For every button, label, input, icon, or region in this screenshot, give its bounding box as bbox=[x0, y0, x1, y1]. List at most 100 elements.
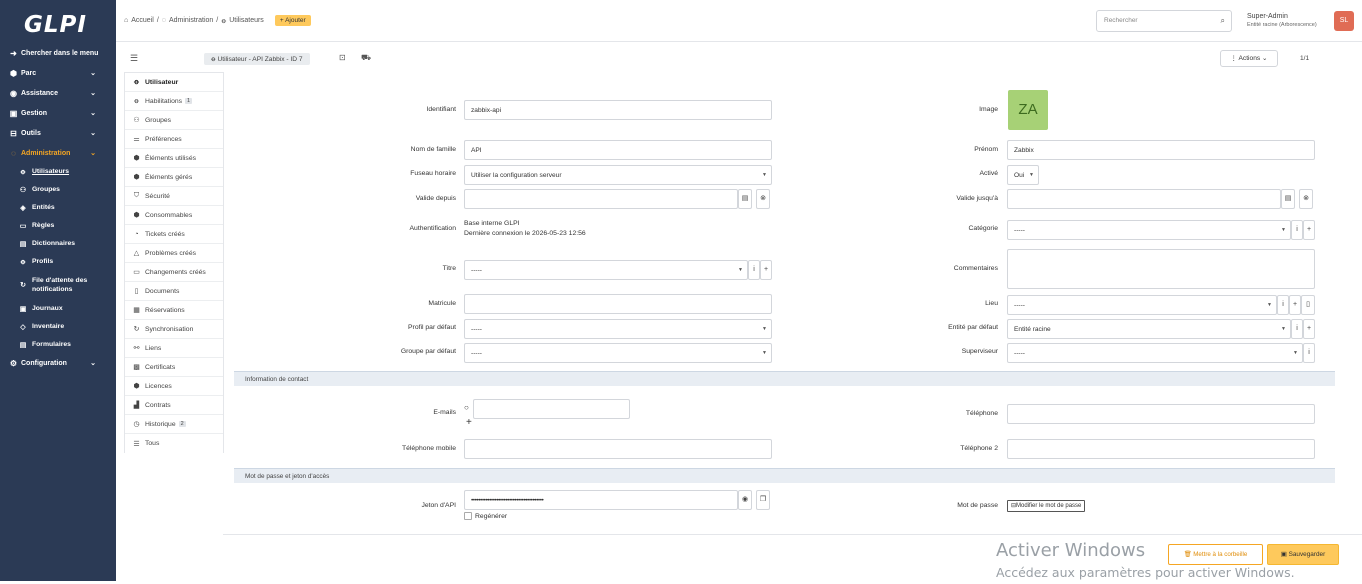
vcard-icon[interactable]: ⛟ bbox=[361, 53, 371, 63]
tab-changements[interactable]: ▭ Changements créés bbox=[125, 263, 223, 282]
plus-icon[interactable]: + bbox=[1303, 319, 1315, 339]
regenerate-checkbox[interactable]: Regénérer bbox=[464, 512, 507, 522]
tab-elements-geres[interactable]: ⬢ Éléments gérés bbox=[125, 168, 223, 187]
prenom-field[interactable]: Zabbix bbox=[1007, 140, 1315, 160]
tab-licences[interactable]: ⬢ Licences bbox=[125, 377, 223, 396]
clear-icon[interactable]: ⊗ bbox=[1299, 189, 1313, 209]
sidebar-sub-regles[interactable]: ▭ Règles bbox=[18, 217, 116, 234]
sidebar-sub-dictionnaires[interactable]: ▤ Dictionnaires bbox=[18, 235, 116, 252]
tab-contrats[interactable]: ▟ Contrats bbox=[125, 396, 223, 415]
telephone-field[interactable] bbox=[1007, 404, 1315, 424]
plus-icon[interactable]: + bbox=[1303, 220, 1315, 240]
valide-depuis-field[interactable] bbox=[464, 189, 738, 209]
tab-certificats[interactable]: ▩ Certificats bbox=[125, 358, 223, 377]
breadcrumb-accueil[interactable]: Accueil bbox=[131, 17, 154, 24]
sidebar-item-assistance[interactable]: ◉ Assistance ⌄ bbox=[0, 84, 116, 102]
tab-tickets[interactable]: ◔ Tickets créés bbox=[125, 225, 223, 244]
titre-select[interactable]: ----- ▼ bbox=[464, 260, 748, 280]
mobile-field[interactable] bbox=[464, 439, 772, 459]
add-email-icon[interactable]: + bbox=[466, 418, 472, 428]
info-icon[interactable]: i bbox=[1303, 343, 1315, 363]
active-select[interactable]: Oui ▼ bbox=[1007, 165, 1039, 185]
sidebar-sub-formulaires[interactable]: ▤ Formulaires bbox=[18, 336, 116, 353]
tab-historique[interactable]: ◷ Historique 2 bbox=[125, 415, 223, 434]
lieu-select[interactable]: ----- ▼ bbox=[1007, 295, 1277, 315]
plus-icon[interactable]: + bbox=[1289, 295, 1301, 315]
commentaires-textarea[interactable] bbox=[1007, 249, 1315, 289]
sidebar-sub-notifications[interactable]: ↻ File d'attente des notifications bbox=[18, 273, 116, 297]
tab-elements-utilises[interactable]: ⬢ Éléments utilisés bbox=[125, 149, 223, 168]
sidebar-sub-journaux[interactable]: ▣ Journaux bbox=[18, 300, 116, 317]
tab-problemes[interactable]: △ Problèmes créés bbox=[125, 244, 223, 263]
list-toggle-icon[interactable]: ☰ bbox=[130, 53, 138, 64]
radio-icon[interactable]: ○ bbox=[464, 403, 469, 413]
fuseau-select[interactable]: Utiliser la configuration serveur ▼ bbox=[464, 165, 772, 185]
matricule-field[interactable] bbox=[464, 294, 772, 314]
calendar-icon[interactable]: ▤ bbox=[1281, 189, 1295, 209]
map-icon[interactable]: ▯ bbox=[1301, 295, 1315, 315]
tab-habilitations[interactable]: ꝋ Habilitations 1 bbox=[125, 92, 223, 111]
tab-tous[interactable]: ☰ Tous bbox=[125, 434, 223, 453]
search-icon[interactable]: ⌕ bbox=[1221, 16, 1225, 26]
save-button[interactable]: ▣ Sauvegarder bbox=[1267, 544, 1339, 565]
api-token-field[interactable]: •••••••••••••••••••••••••••••••••••••••• bbox=[464, 490, 738, 510]
entite-select[interactable]: Entité racine ▼ bbox=[1007, 319, 1291, 339]
valide-jusqua-field[interactable] bbox=[1007, 189, 1281, 209]
sidebar-sub-profils[interactable]: ꝋ Profils bbox=[18, 253, 116, 270]
tab-liens[interactable]: ⚯ Liens bbox=[125, 339, 223, 358]
identifiant-label: Identifiant bbox=[426, 106, 456, 113]
telephone2-field[interactable] bbox=[1007, 439, 1315, 459]
info-icon[interactable]: i bbox=[1277, 295, 1289, 315]
breadcrumb-administration[interactable]: Administration bbox=[169, 17, 213, 24]
sidebar-item-configuration[interactable]: ⚙ Configuration ⌄ bbox=[0, 354, 116, 372]
profil-select[interactable]: ----- ▼ bbox=[464, 319, 772, 339]
user-picture[interactable]: ZA bbox=[1008, 90, 1048, 130]
eye-icon[interactable]: ◉ bbox=[738, 490, 752, 510]
copy-icon[interactable]: ❐ bbox=[756, 490, 770, 510]
id-card-icon[interactable]: ⊡ bbox=[339, 53, 346, 62]
sidebar-sub-entites[interactable]: ◈ Entités bbox=[18, 199, 116, 216]
tab-consommables[interactable]: ⬢ Consommables bbox=[125, 206, 223, 225]
change-password-button[interactable]: ⊟Modifier le mot de passe bbox=[1007, 500, 1086, 512]
tab-synchronisation[interactable]: ↻ Synchronisation bbox=[125, 320, 223, 339]
sidebar-sub-groupes[interactable]: ⚇ Groupes bbox=[18, 181, 116, 198]
glpi-logo[interactable]: GLPI bbox=[24, 12, 87, 38]
sidebar-item-parc[interactable]: ⬢ Parc ⌄ bbox=[0, 64, 116, 82]
breadcrumb-utilisateurs[interactable]: Utilisateurs bbox=[229, 17, 264, 24]
info-icon[interactable]: i bbox=[748, 260, 760, 280]
add-button[interactable]: + Ajouter bbox=[274, 15, 311, 26]
calendar-icon[interactable]: ▤ bbox=[738, 189, 752, 209]
user-menu[interactable]: Super-Admin Entité racine (Arborescence) bbox=[1247, 13, 1317, 29]
user-icon: ꝋ bbox=[20, 168, 26, 176]
search-input[interactable]: Rechercher ⌕ bbox=[1096, 10, 1232, 32]
tab-securite[interactable]: ⛉ Sécurité bbox=[125, 187, 223, 206]
email-field[interactable] bbox=[473, 399, 630, 419]
tab-groupes[interactable]: ⚇ Groupes bbox=[125, 111, 223, 130]
tab-documents[interactable]: ▯ Documents bbox=[125, 282, 223, 301]
logs-icon: ▣ bbox=[19, 305, 27, 313]
user-icon: ꝋ bbox=[134, 79, 139, 86]
box-icon: ⬢ bbox=[10, 68, 17, 78]
avatar[interactable]: SL bbox=[1334, 11, 1354, 31]
identifiant-field[interactable]: zabbix-api bbox=[464, 100, 772, 120]
info-icon[interactable]: i bbox=[1291, 220, 1303, 240]
sidebar-item-administration[interactable]: ◌ Administration ⌄ bbox=[0, 144, 116, 162]
actions-button[interactable]: ⋮ Actions ⌄ bbox=[1220, 50, 1278, 67]
tab-preferences[interactable]: ⚌ Préférences bbox=[125, 130, 223, 149]
info-icon[interactable]: i bbox=[1291, 319, 1303, 339]
clear-icon[interactable]: ⊗ bbox=[756, 189, 770, 209]
categorie-select[interactable]: ----- ▼ bbox=[1007, 220, 1291, 240]
menu-search[interactable]: ➜ Chercher dans le menu bbox=[0, 44, 116, 62]
plus-icon[interactable]: + bbox=[760, 260, 772, 280]
sidebar-sub-inventaire[interactable]: ◇ Inventaire bbox=[18, 318, 116, 335]
sidebar-sub-utilisateurs[interactable]: ꝋ Utilisateurs bbox=[18, 163, 116, 180]
groupe-select[interactable]: ----- ▼ bbox=[464, 343, 772, 363]
nom-field[interactable]: API bbox=[464, 140, 772, 160]
sidebar-item-outils[interactable]: ⊟ Outils ⌄ bbox=[0, 124, 116, 142]
superviseur-select[interactable]: ----- ▼ bbox=[1007, 343, 1303, 363]
trash-button[interactable]: 🗑 Mettre à la corbeille bbox=[1168, 544, 1263, 565]
chevron-down-icon: ⌄ bbox=[90, 110, 96, 117]
tab-reservations[interactable]: ▦ Réservations bbox=[125, 301, 223, 320]
tab-utilisateur[interactable]: ꝋ Utilisateur bbox=[125, 73, 223, 92]
sidebar-item-gestion[interactable]: ▣ Gestion ⌄ bbox=[0, 104, 116, 122]
